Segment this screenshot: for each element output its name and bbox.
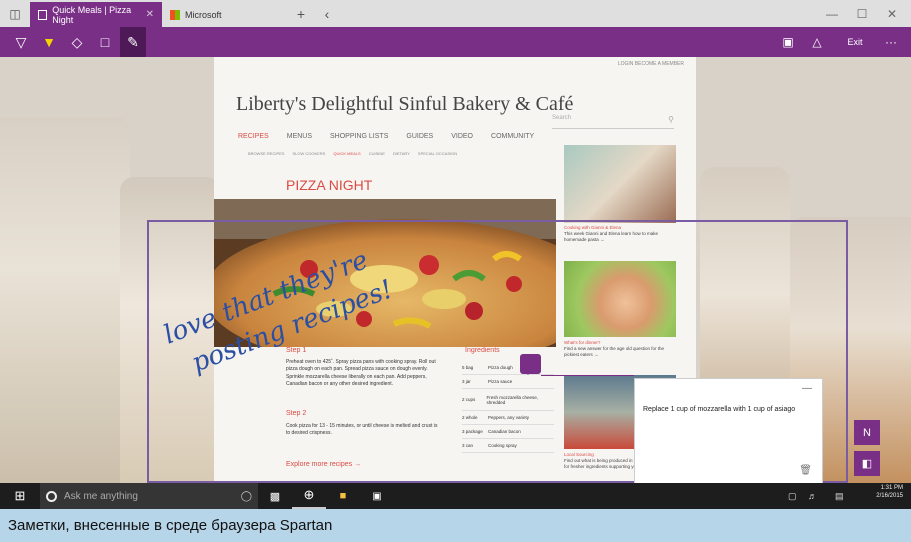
subnav-item[interactable]: SLOW COOKERS [292,151,325,156]
table-row: 2 whole Peppers, any variety [462,411,554,425]
ingredients-title: Ingredients [465,347,500,354]
subnav-item[interactable]: CUISINE [369,151,385,156]
action-center-icon[interactable]: ▤ [835,483,844,509]
site-title: Liberty's Delightful Sinful Bakery & Caf… [236,93,574,115]
note-tab-icon [38,9,48,20]
tab-label: Quick Meals | Pizza Night [52,4,132,25]
network-icon[interactable]: ▢ [788,483,797,509]
tab-quick-meals[interactable]: Quick Meals | Pizza Night ✕ [30,2,162,27]
onenote-icon[interactable]: N [854,420,880,445]
table-row: 3 can Cooking spray [462,439,554,453]
web-note-toolbar: ▽ ▼ ◇ □ ✎ [0,27,911,57]
cortana-search-input[interactable]: Ask me anything ◯ [40,483,258,509]
close-tab-icon[interactable]: ✕ [146,9,154,20]
share-icon[interactable]: △ [805,27,829,57]
task-view-icon[interactable]: ▩ [258,483,292,509]
account-links[interactable]: LOGIN BECOME A MEMBER [618,61,684,67]
main-nav: RECIPES MENUS SHOPPING LISTS GUIDES VIDE… [238,133,534,140]
search-icon[interactable]: ⚲ [668,115,674,124]
exit-button[interactable]: Exit [840,27,870,57]
site-search-input[interactable]: Search ⚲ [552,115,674,129]
subnav-item[interactable]: BROWSE RECIPES [248,151,284,156]
handwritten-note: love that they're posting recipes! [160,245,397,378]
recipe-heading: PIZZA NIGHT [286,177,373,193]
note-connector [541,375,634,376]
minimize-note-icon[interactable]: — [802,383,812,394]
pen-icon[interactable]: ▽ [8,27,34,57]
table-row: 3 package Canadian bacon [462,425,554,439]
windows-start-icon[interactable]: ⊞ [0,483,40,509]
nav-guides[interactable]: GUIDES [406,133,433,140]
table-row: 3 jar Pizza sauce [462,375,554,389]
microphone-icon[interactable]: ◯ [241,491,252,502]
sub-nav: BROWSE RECIPES SLOW COOKERS QUICK MEALS … [248,151,457,156]
windows-taskbar: ⊞ Ask me anything ◯ ▩ ⊕ ■ ▣ [0,483,911,509]
search-placeholder: Search [552,115,572,121]
side-caption: Cooking with Gianni & Elena This week Gi… [564,225,659,243]
subnav-item[interactable]: QUICK MEALS [333,151,360,156]
clock-time: 1:31 PM [880,485,903,491]
tab-scroll-left-icon[interactable]: ‹ [314,0,340,27]
page-viewport: LOGIN BECOME A MEMBER Liberty's Delightf… [0,57,911,483]
step2-title: Step 2 [286,410,307,417]
side-caption: What's for dinner? Find a new answer for… [564,340,665,358]
jar-left-image [0,117,130,483]
minimize-icon[interactable]: — [817,0,847,27]
nav-recipes[interactable]: RECIPES [238,133,269,140]
note-marker-icon[interactable] [520,354,541,375]
file-explorer-icon[interactable]: ■ [326,483,360,509]
table-row: 2 cups Fresh mozzarella cheese, shredded [462,389,554,411]
browser-title-bar: ◫ Quick Meals | Pizza Night ✕ Microsoft … [0,0,911,27]
microsoft-logo-icon [170,9,180,20]
tab-microsoft[interactable]: Microsoft [162,2,288,27]
volume-icon[interactable]: ♬ [808,483,817,509]
close-window-icon[interactable]: ✕ [877,0,907,27]
subnav-item[interactable]: SPECIAL OCCASION [418,151,457,156]
trash-icon[interactable]: 🗑 [799,465,812,476]
reading-list-icon[interactable]: ◧ [854,451,880,476]
note-text[interactable]: Replace 1 cup of mozzarella with 1 cup o… [643,406,795,413]
new-tab-icon[interactable]: + [288,0,314,27]
maximize-icon[interactable]: ☐ [847,0,877,27]
cortana-placeholder: Ask me anything [64,490,138,502]
cortana-icon [46,490,57,502]
taskbar-clock[interactable]: 1:31 PM 2/16/2015 [876,485,903,501]
nav-shopping-lists[interactable]: SHOPPING LISTS [330,133,388,140]
note-card: — Replace 1 cup of mozzarella with 1 cup… [634,378,823,483]
add-note-icon[interactable]: □ [92,27,118,57]
clock-date: 2/16/2015 [876,492,903,499]
tab-preview-icon[interactable]: ◫ [0,0,30,27]
cooking-couple-photo [564,145,676,223]
highlighter-icon[interactable]: ▼ [36,27,62,57]
save-icon[interactable]: ▣ [776,27,800,57]
nav-menus[interactable]: MENUS [287,133,312,140]
child-photo [564,261,676,337]
clip-icon[interactable]: ✎ [120,27,146,57]
nav-video[interactable]: VIDEO [451,133,473,140]
browser-taskbar-icon[interactable]: ⊕ [292,483,326,509]
explore-more-link[interactable]: Explore more recipes → [286,461,361,468]
store-icon[interactable]: ▣ [360,483,394,509]
eraser-icon[interactable]: ◇ [64,27,90,57]
tab-label: Microsoft [185,9,222,20]
step2-text: Cook pizza for 13 - 15 minutes, or until… [286,423,438,437]
figure-caption: Заметки, внесенные в среде браузера Spar… [0,509,911,542]
nav-community[interactable]: COMMUNITY [491,133,534,140]
subnav-item[interactable]: DIETARY [393,151,410,156]
more-icon[interactable]: ··· [878,27,904,57]
